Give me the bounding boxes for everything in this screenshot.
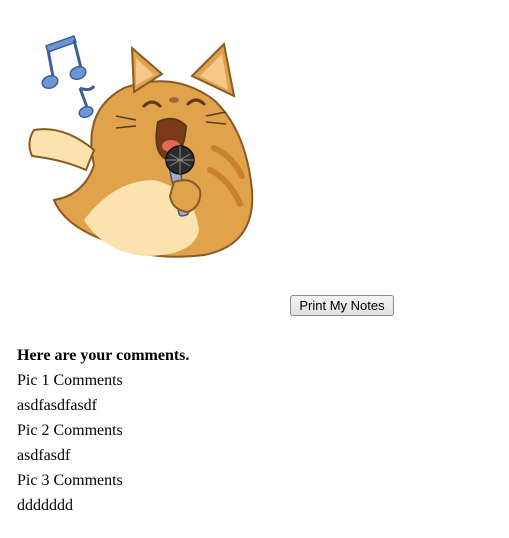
comment-text: ddddddd bbox=[17, 497, 73, 514]
cat-body bbox=[28, 41, 254, 258]
comments-section: Here are your comments. Pic 1 Comments a… bbox=[17, 343, 497, 518]
print-my-notes-button[interactable]: Print My Notes bbox=[290, 295, 394, 316]
comment-label: Pic 2 Comments bbox=[17, 422, 123, 439]
comments-heading: Here are your comments. bbox=[17, 347, 190, 364]
page: Print My Notes Here are your comments. P… bbox=[0, 0, 509, 538]
comment-label: Pic 1 Comments bbox=[17, 372, 123, 389]
music-notes-icon bbox=[41, 35, 96, 119]
comment-text: asdfasdf bbox=[17, 447, 71, 464]
comment-text: asdfasdfasdf bbox=[17, 397, 97, 414]
comment-label: Pic 3 Comments bbox=[17, 472, 123, 489]
singing-cat-image bbox=[28, 35, 254, 258]
